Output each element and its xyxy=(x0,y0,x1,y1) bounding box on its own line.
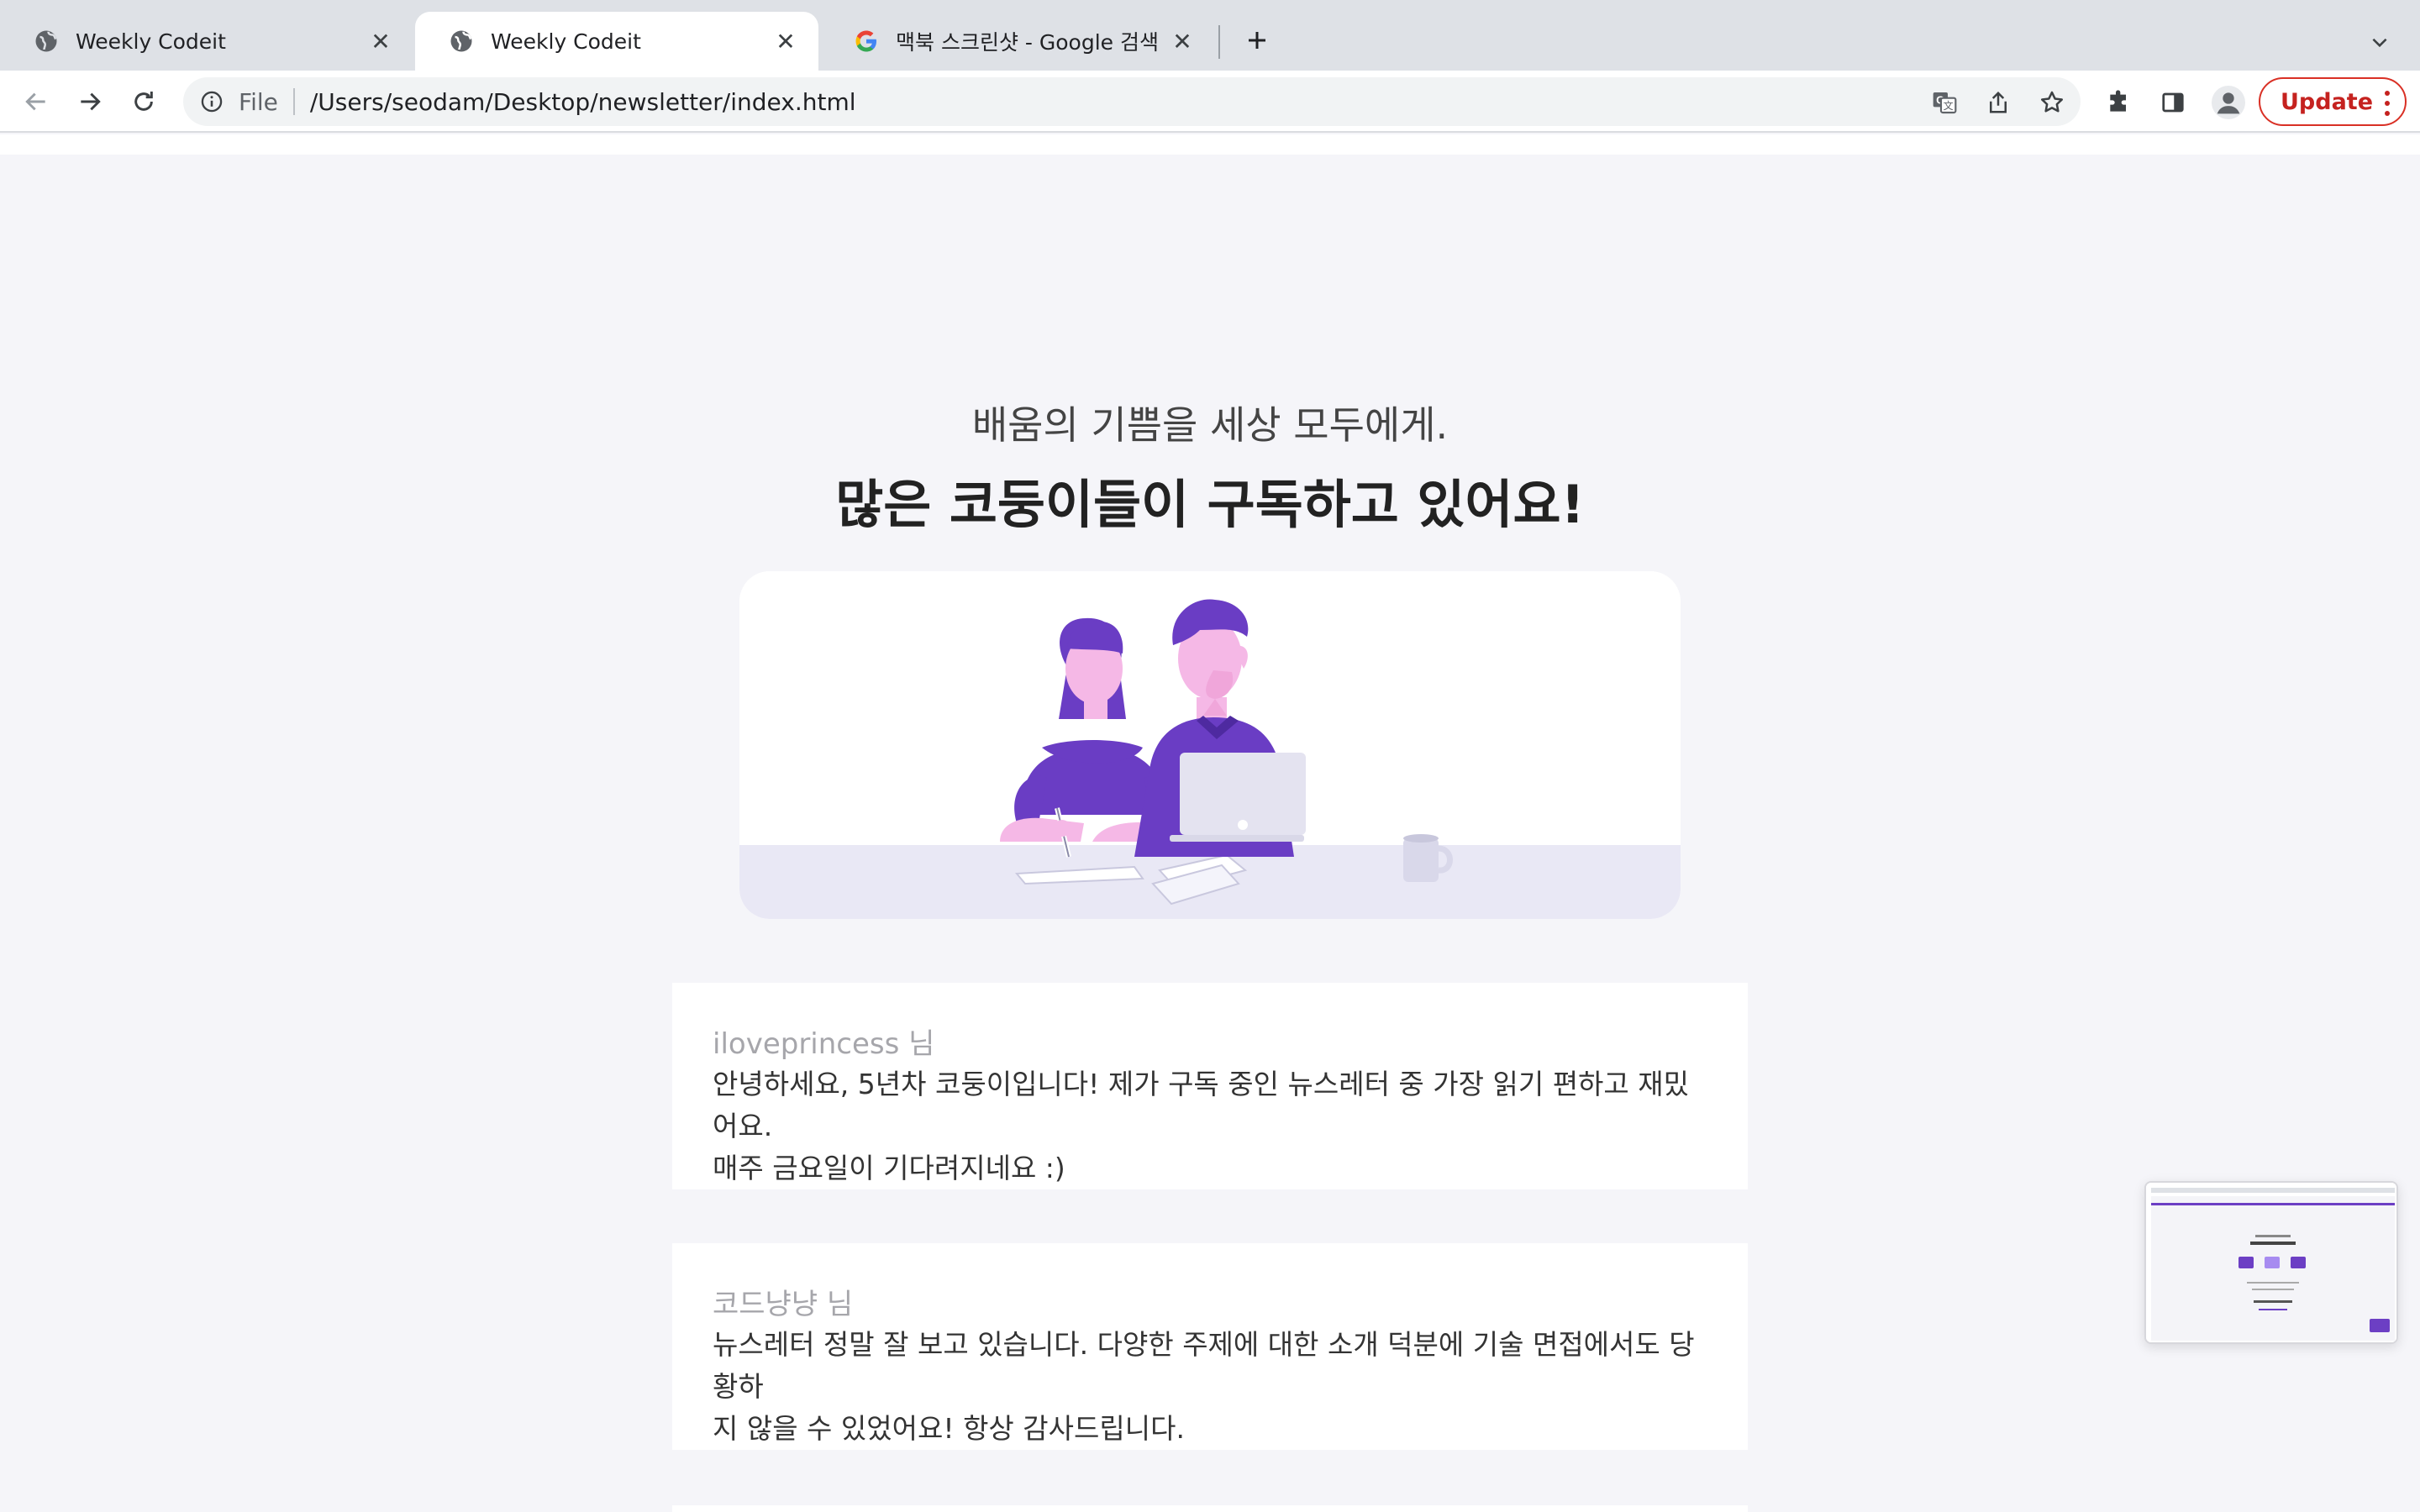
laptop xyxy=(1170,753,1306,842)
review-author: 코드냥냥 님 xyxy=(713,1288,854,1321)
page-viewport: 배움의 기쁨을 세상 모두에게. 많은 코둥이들이 구독하고 있어요! ilov… xyxy=(0,134,2420,1512)
tab-title: 맥북 스크린샷 - Google 검색 xyxy=(896,30,1159,55)
reload-button[interactable] xyxy=(124,82,163,121)
tab-google-search[interactable]: 맥북 스크린샷 - Google 검색 ✕ xyxy=(820,12,1215,71)
review-text-line: 안녕하세요, 5년차 코둥이입니다! 제가 구독 중인 뉴스레터 중 가장 읽기… xyxy=(713,1068,1689,1142)
tab-title: Weekly Codeit xyxy=(76,29,226,54)
share-icon[interactable] xyxy=(1983,87,2013,118)
reload-icon xyxy=(134,92,153,111)
back-button[interactable] xyxy=(17,82,55,121)
close-tab-icon[interactable]: ✕ xyxy=(1170,28,1195,55)
update-label: Update xyxy=(2281,88,2374,115)
screenshot-thumbnail-preview[interactable] xyxy=(2144,1181,2398,1344)
close-tab-icon[interactable]: ✕ xyxy=(368,28,393,55)
scheme-label: File xyxy=(239,87,278,116)
profile-avatar-icon[interactable] xyxy=(2212,86,2245,119)
tab-divider xyxy=(1218,25,1220,59)
url-text[interactable]: /Users/seodam/Desktop/newsletter/index.h… xyxy=(310,88,856,116)
bookmark-star-icon[interactable] xyxy=(2037,87,2067,118)
update-button[interactable]: Update xyxy=(2259,77,2407,126)
tab-title: Weekly Codeit xyxy=(491,29,641,54)
tab-search-button[interactable] xyxy=(2363,25,2396,59)
svg-text:文: 文 xyxy=(1944,99,1954,112)
translate-icon[interactable]: G文 xyxy=(1929,87,1960,118)
review-card: iloveprincess 님 안녕하세요, 5년차 코둥이입니다! 제가 구독… xyxy=(672,983,1748,1189)
tab-weekly-codeit-1[interactable]: Weekly Codeit ✕ xyxy=(0,12,413,71)
section-subtitle: 배움의 기쁨을 세상 모두에게. xyxy=(971,402,1449,448)
address-bar[interactable]: File /Users/seodam/Desktop/newsletter/in… xyxy=(183,77,2081,126)
review-text-line: 뉴스레터 정말 잘 보고 있습니다. 다양한 주제에 대한 소개 덕분에 기술 … xyxy=(713,1328,1695,1403)
forward-button[interactable] xyxy=(71,82,109,121)
extensions-puzzle-icon[interactable] xyxy=(2102,86,2136,119)
arrow-left-icon xyxy=(25,92,45,111)
tab-strip: Weekly Codeit ✕ Weekly Codeit ✕ 맥북 스크린샷 … xyxy=(0,0,2420,71)
close-tab-icon[interactable]: ✕ xyxy=(773,28,798,55)
omnibox-divider xyxy=(292,88,295,115)
page-top-strip xyxy=(0,134,2420,155)
arrow-right-icon xyxy=(81,92,101,111)
chevron-down-icon xyxy=(2372,38,2387,48)
review-card-partial xyxy=(672,1505,1748,1512)
side-panel-icon[interactable] xyxy=(2156,86,2190,119)
plus-icon xyxy=(1249,32,1265,49)
review-text-line: 매주 금요일이 기다려지네요 :) xyxy=(713,1152,1065,1184)
info-icon[interactable] xyxy=(198,88,225,115)
more-vertical-icon xyxy=(2383,91,2391,116)
review-author: iloveprincess 님 xyxy=(713,1027,935,1061)
review-text-line: 지 않을 수 있었어요! 항상 감사드립니다. xyxy=(713,1412,1185,1445)
browser-toolbar: File /Users/seodam/Desktop/newsletter/in… xyxy=(0,71,2420,133)
google-g-icon xyxy=(854,29,879,54)
tab-weekly-codeit-2[interactable]: Weekly Codeit ✕ xyxy=(415,12,818,71)
section-headline: 많은 코둥이들이 구독하고 있어요! xyxy=(835,474,1585,535)
review-card: 코드냥냥 님 뉴스레터 정말 잘 보고 있습니다. 다양한 주제에 대한 소개 … xyxy=(672,1243,1748,1450)
globe-icon xyxy=(449,29,474,54)
globe-icon xyxy=(34,29,59,54)
two-people-studying-illustration xyxy=(739,571,1681,919)
new-tab-button[interactable] xyxy=(1239,22,1276,59)
